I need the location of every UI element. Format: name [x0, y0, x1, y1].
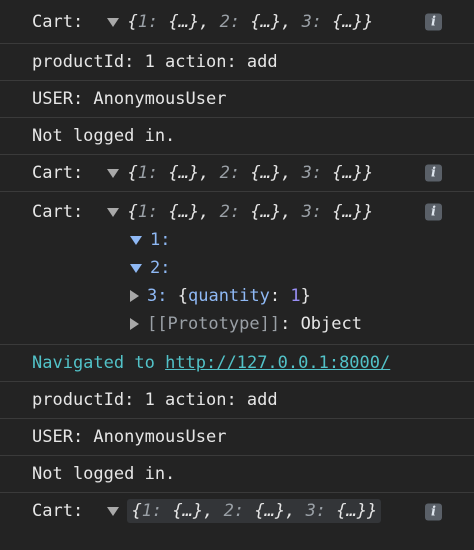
info-icon[interactable]: i	[425, 164, 442, 182]
property-value: 1	[290, 286, 301, 306]
object-preview[interactable]: {1: {…}, 2: {…}, 3: {…}}	[127, 163, 373, 183]
navigated-url-link[interactable]: http://127.0.0.1:8000/	[165, 353, 390, 373]
console-output: Cart: {1: {…}, 2: {…}, 3: {…}} i product…	[0, 0, 474, 550]
console-message-user: USER: AnonymousUser	[0, 419, 474, 456]
tree-node-prototype[interactable]: [[Prototype]]: Object	[32, 310, 474, 338]
cart-label: Cart:	[32, 202, 84, 222]
object-preview[interactable]: {1: {…}, 2: {…}, 3: {…}}	[127, 499, 382, 523]
info-icon[interactable]: i	[425, 203, 442, 221]
console-message-cart-expanded[interactable]: Cart: {1: {…}, 2: {…}, 3: {…}} i 1: 2: 3…	[0, 192, 474, 345]
expand-triangle-right-icon[interactable]	[130, 318, 139, 330]
prototype-label: [[Prototype]]	[147, 314, 281, 334]
cart-label: Cart:	[32, 501, 84, 521]
console-message-user: USER: AnonymousUser	[0, 81, 474, 118]
expand-triangle-icon[interactable]	[130, 263, 142, 273]
info-icon[interactable]: i	[425, 13, 442, 30]
tree-key: 3:	[147, 286, 168, 306]
expand-triangle-icon[interactable]	[107, 168, 120, 178]
tree-key: 1:	[150, 230, 171, 250]
collapse-triangle-icon[interactable]	[107, 207, 120, 217]
tree-node-3[interactable]: 3: {quantity: 1}	[32, 282, 474, 310]
console-message-product: productId: 1 action: add	[0, 44, 474, 81]
cart-label: Cart:	[32, 12, 84, 32]
console-message-cart[interactable]: Cart: {1: {…}, 2: {…}, 3: {…}} i	[0, 493, 474, 530]
console-message-cart[interactable]: Cart: {1: {…}, 2: {…}, 3: {…}} i	[0, 155, 474, 192]
user-text: USER: AnonymousUser	[32, 427, 227, 447]
console-message-not-logged-in: Not logged in.	[0, 456, 474, 493]
expand-triangle-icon[interactable]	[130, 235, 142, 245]
console-message-product: productId: 1 action: add	[0, 382, 474, 419]
property-key: quantity	[187, 286, 270, 306]
console-message-navigated: Navigated to http://127.0.0.1:8000/	[0, 345, 474, 382]
product-text: productId: 1 action: add	[32, 390, 278, 410]
navigated-prefix: Navigated to	[32, 353, 155, 373]
prototype-value: Object	[300, 314, 362, 334]
cart-expanded-header[interactable]: Cart: {1: {…}, 2: {…}, 3: {…}} i	[32, 198, 474, 226]
tree-node-2[interactable]: 2:	[32, 254, 474, 282]
tree-node-1[interactable]: 1:	[32, 226, 474, 254]
console-message-cart[interactable]: Cart: {1: {…}, 2: {…}, 3: {…}} i	[0, 0, 474, 44]
object-preview[interactable]: {1: {…}, 2: {…}, 3: {…}}	[127, 202, 373, 222]
tree-key: 2:	[150, 258, 171, 278]
object-preview[interactable]: {1: {…}, 2: {…}, 3: {…}}	[127, 12, 373, 32]
cart-label: Cart:	[32, 163, 84, 183]
product-text: productId: 1 action: add	[32, 52, 278, 72]
not-logged-in-text: Not logged in.	[32, 464, 176, 484]
expand-triangle-right-icon[interactable]	[130, 290, 139, 302]
user-text: USER: AnonymousUser	[32, 89, 227, 109]
info-icon[interactable]: i	[425, 503, 442, 520]
expand-triangle-icon[interactable]	[107, 17, 120, 27]
console-message-not-logged-in: Not logged in.	[0, 118, 474, 155]
expand-triangle-icon[interactable]	[107, 506, 120, 516]
not-logged-in-text: Not logged in.	[32, 126, 176, 146]
